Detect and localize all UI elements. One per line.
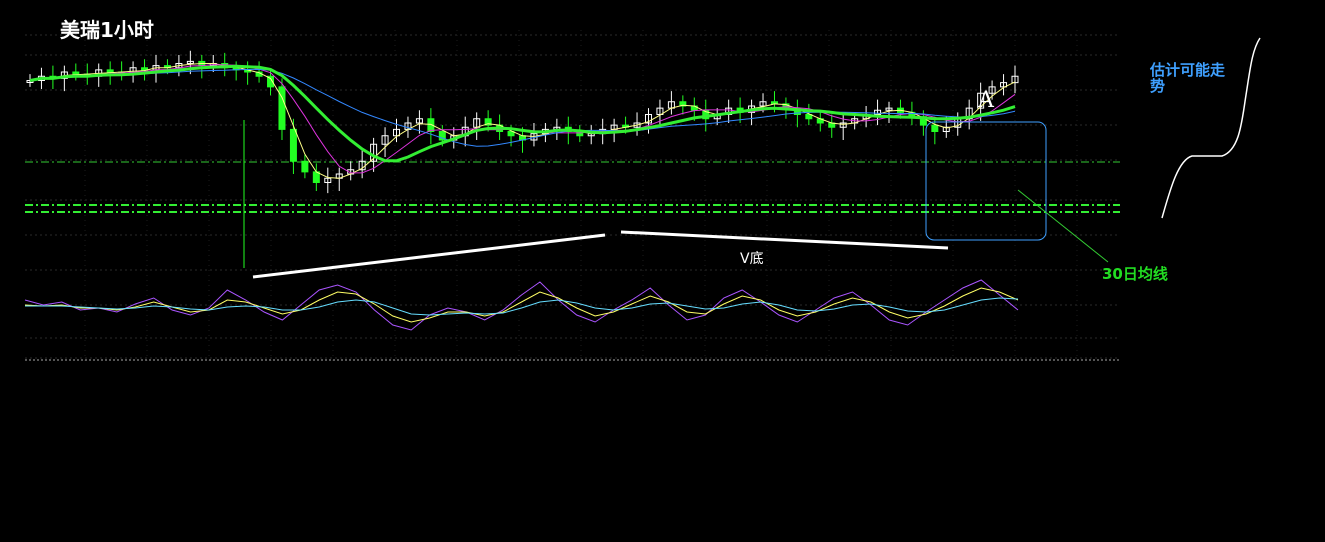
moving-averages [29,63,1016,179]
ma30-label: 30日均线 [1102,265,1168,283]
chart-title: 美瑞1小时 [60,18,154,42]
candle-body [931,124,939,132]
trend-line [620,230,949,250]
highlight-box [925,121,1047,241]
trend-line [252,233,606,279]
estimate-label: 估计可能走势 [1150,61,1226,95]
osc-line-3 [25,297,1019,316]
v-bottom-label: V底 [740,251,764,267]
ma30-pointer [1017,189,1109,263]
box-label-a: A [978,88,994,113]
candle-body [289,128,297,162]
candle-body [72,71,80,75]
candle-body [106,69,114,73]
candle-body [301,160,309,173]
candle-body [141,67,149,71]
support-lines [25,161,1120,213]
